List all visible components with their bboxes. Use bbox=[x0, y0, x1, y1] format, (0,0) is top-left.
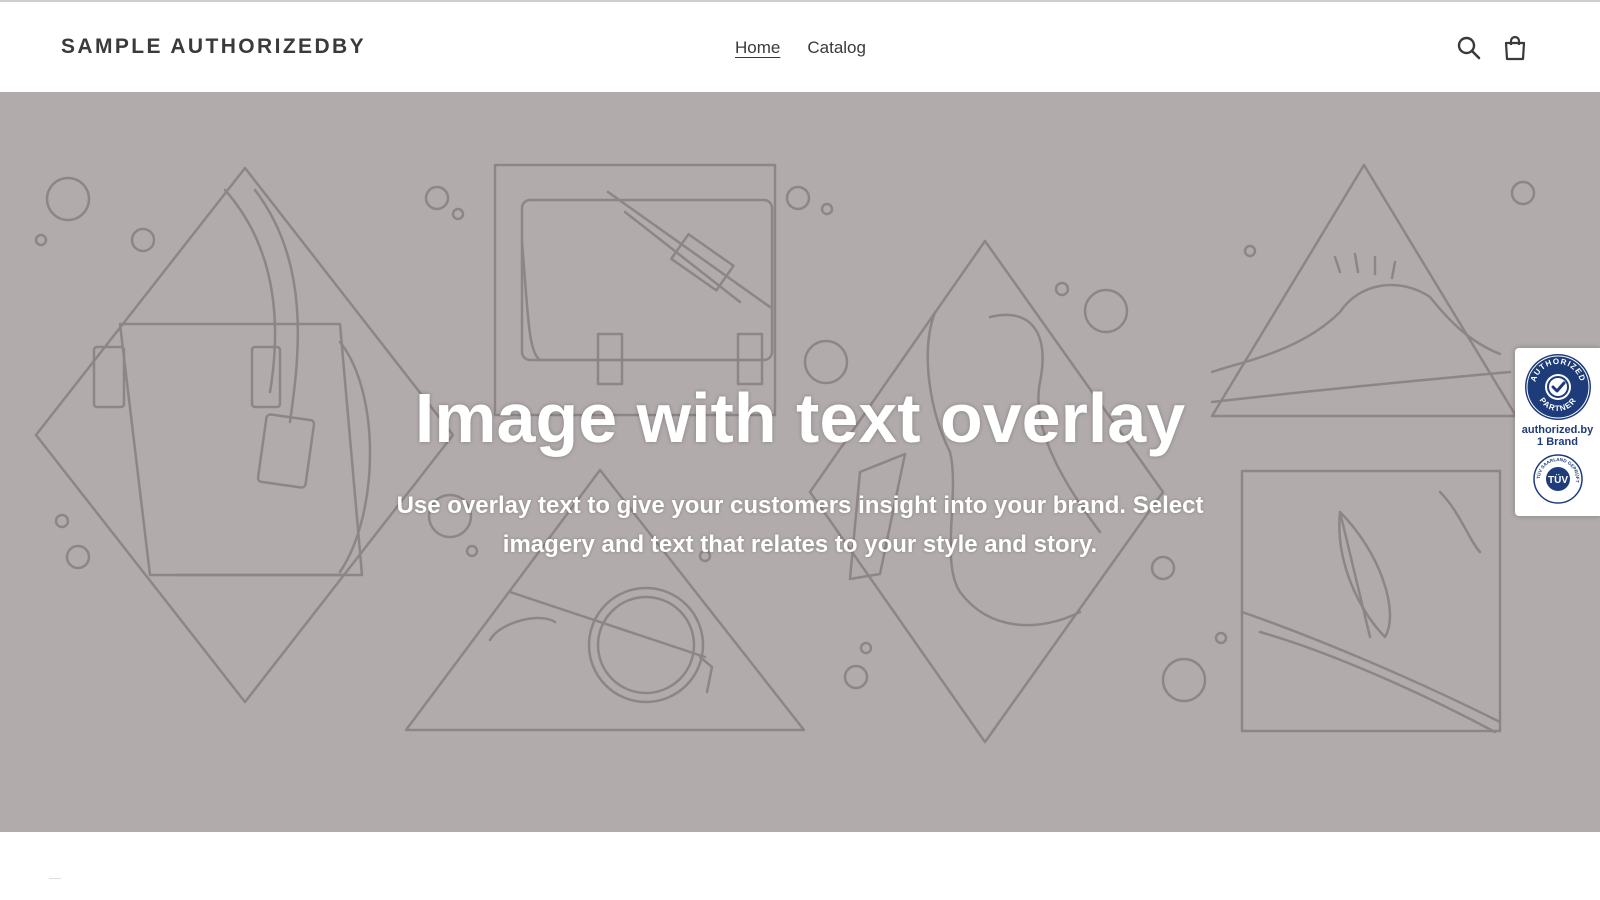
cart-icon[interactable] bbox=[1502, 35, 1528, 61]
hero-subtitle: Use overlay text to give your customers … bbox=[396, 492, 1204, 558]
nav-home-link[interactable]: Home bbox=[735, 38, 780, 58]
header-icons bbox=[1456, 35, 1528, 61]
nav-catalog-link[interactable]: Catalog bbox=[807, 38, 866, 58]
authorized-partner-seal: AUTHORIZED PARTNER bbox=[1524, 354, 1591, 420]
badge-brand-count: 1 Brand bbox=[1537, 436, 1578, 448]
tuv-seal-icon: TÜV SAARLAND GEPRÜFT TÜV bbox=[1532, 454, 1583, 504]
search-icon[interactable] bbox=[1456, 35, 1482, 61]
svg-text:TÜV: TÜV bbox=[1548, 473, 1568, 486]
footer-divider bbox=[49, 878, 61, 879]
store-logo[interactable]: SAMPLE AUTHORIZEDBY bbox=[61, 35, 366, 59]
hero-title: Image with text overlay bbox=[414, 379, 1186, 457]
main-navigation: Home Catalog bbox=[735, 38, 866, 58]
hero-banner: Image with text overlay Use overlay text… bbox=[0, 92, 1600, 832]
badge-authorized-by-text: authorized.by bbox=[1521, 424, 1594, 436]
hero-content: Image with text overlay Use overlay text… bbox=[0, 380, 1600, 565]
authorized-partner-badge[interactable]: AUTHORIZED PARTNER authorized.by 1 Brand… bbox=[1515, 348, 1600, 516]
site-header: SAMPLE AUTHORIZEDBY Home Catalog bbox=[0, 2, 1600, 92]
